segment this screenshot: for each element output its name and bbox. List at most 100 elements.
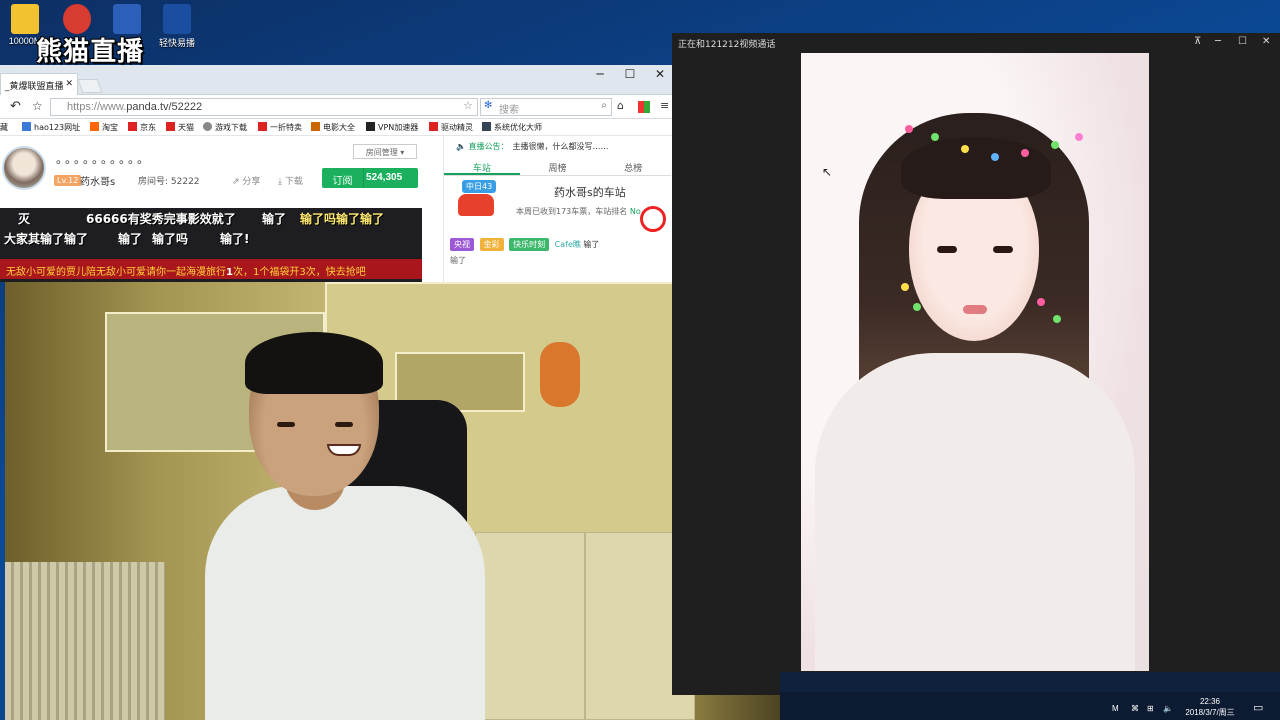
search-icon[interactable]: ⌕: [601, 100, 607, 111]
chat-user[interactable]: Cafe瞧: [555, 240, 581, 249]
close-tab-icon[interactable]: ✕: [65, 79, 73, 89]
video-call-window: 正在和121212视频通话 ⊼ ─ ☐ ✕ ↖: [672, 33, 1280, 695]
favorite-star-icon[interactable]: ☆: [463, 99, 473, 112]
tray-monitor-icon[interactable]: ⊞: [1147, 704, 1154, 713]
back-icon[interactable]: ↶: [10, 99, 21, 114]
browser-tab[interactable]: _黄爆联盟直播 ✕: [0, 73, 78, 95]
bookmark-item[interactable]: 驱动精灵: [429, 122, 473, 133]
bookmark-icon: [366, 122, 375, 131]
qingkuai-app-icon: [163, 4, 191, 34]
minimize-button[interactable]: ─: [588, 67, 612, 81]
close-button[interactable]: ✕: [1262, 36, 1270, 47]
panda-watermark: 熊猫直播: [36, 37, 145, 67]
tab-title: _黄爆联盟直播: [5, 82, 64, 92]
danmaku-item: 输了吗: [152, 232, 189, 246]
streamer-webcam-video: [5, 282, 781, 720]
maximize-button[interactable]: ☐: [1238, 36, 1247, 47]
lips: [963, 305, 987, 314]
bookmark-item[interactable]: 系统优化大师: [482, 122, 542, 133]
new-tab-button[interactable]: [77, 79, 103, 93]
streamer-hair: [245, 332, 383, 394]
chat-text: 输了: [450, 256, 466, 265]
toy-figure: [540, 342, 580, 407]
bookmark-item[interactable]: 电影大全: [311, 122, 355, 133]
notification-icon[interactable]: ▭: [1253, 701, 1263, 714]
tab-total[interactable]: 总榜: [595, 158, 671, 175]
volume-icon[interactable]: 🔈: [1163, 704, 1173, 713]
url-input[interactable]: https://www.panda.tv/52222 ☆: [50, 98, 478, 116]
panda-app-icon: [63, 4, 91, 34]
room-title: 。。。。。。。。。。: [56, 152, 153, 166]
eye: [277, 422, 295, 427]
tray-icon-m[interactable]: M: [1112, 704, 1119, 713]
room-manage-dropdown[interactable]: 房间管理 ▾: [353, 144, 417, 159]
host-name[interactable]: 药水哥s: [80, 173, 115, 188]
tray-network-icon[interactable]: ⌘: [1131, 704, 1139, 713]
bookmark-label: 系统优化大师: [494, 123, 542, 132]
address-bar-row: ↶ ☆ https://www.panda.tv/52222 ☆ ✻ 搜索 ⌕ …: [0, 95, 677, 119]
menu-icon[interactable]: ≡: [660, 99, 669, 112]
extension-icon[interactable]: [638, 101, 650, 113]
bookmark-item[interactable]: hao123网址: [22, 122, 80, 133]
bookmark-item[interactable]: 天猫: [166, 122, 194, 133]
string-light: [1053, 315, 1061, 323]
subscribe-label: 订阅: [322, 168, 364, 188]
share-button[interactable]: ⇗ 分享: [232, 174, 260, 187]
bookmark-item[interactable]: 游戏下载: [203, 122, 247, 133]
tab-weekly[interactable]: 周榜: [520, 158, 596, 175]
pin-icon[interactable]: ⊼: [1194, 36, 1201, 47]
bookmark-label: 驱动精灵: [441, 123, 473, 132]
user-tag: 金彩: [479, 238, 504, 251]
bookmark-item[interactable]: 一折特卖: [258, 122, 302, 133]
bookmark-item[interactable]: 藏: [0, 122, 8, 133]
bookmark-item[interactable]: 京东: [128, 122, 156, 133]
home-icon[interactable]: ⌂: [617, 99, 624, 112]
minimize-button[interactable]: ─: [1215, 36, 1221, 47]
string-light: [1021, 149, 1029, 157]
desktop-icon-label: 轻快易播: [158, 38, 195, 48]
notice-title: 直播公告：: [468, 142, 509, 151]
download-icon: ⤓: [278, 177, 285, 187]
promo-number: 1: [226, 267, 233, 278]
close-button[interactable]: ✕: [648, 67, 672, 81]
search-placeholder: 搜索: [499, 105, 519, 116]
streamer-avatar[interactable]: [2, 146, 46, 190]
maximize-button[interactable]: ☐: [618, 67, 642, 81]
search-input[interactable]: ✻ 搜索 ⌕: [480, 98, 612, 116]
panel-tabs: 车站 周榜 总榜: [444, 158, 671, 176]
taskbar-clock[interactable]: 22:36 2018/3/7/周三: [1180, 696, 1240, 718]
station-stats-text: 本周已收到173车票，车站排名: [516, 207, 628, 216]
chevron-down-icon: ▾: [400, 148, 405, 157]
bookmark-icon: [203, 122, 212, 131]
promo-banner[interactable]: 无敌小可爱的贾儿陪无敌小可爱请你一起海漫旅行1次，1个福袋开3次，快去抢吧: [0, 259, 422, 279]
bookmark-label: 京东: [140, 123, 156, 132]
bookmark-icon: [90, 122, 99, 131]
string-light: [991, 153, 999, 161]
bookmark-icon: [311, 122, 320, 131]
string-light: [901, 283, 909, 291]
clock-time: 22:36: [1199, 697, 1221, 706]
bookmark-item[interactable]: VPN加速器: [366, 122, 418, 133]
subscribe-button[interactable]: 订阅 524,305: [322, 168, 418, 188]
download-label: 下载: [284, 177, 303, 187]
room-number: 房间号: 52222: [138, 177, 200, 187]
promo-text: 无敌小可爱的贾儿陪: [6, 267, 96, 278]
eye: [937, 246, 957, 253]
call-title-bar: 正在和121212视频通话 ⊼ ─ ☐ ✕: [672, 33, 1280, 51]
string-light: [931, 133, 939, 141]
download-button[interactable]: ⤓ 下载: [278, 174, 303, 187]
danmaku-item: 66666有奖秀完事影效就了: [86, 212, 236, 226]
desktop-icon-qingkuai[interactable]: 轻快易播: [152, 4, 202, 49]
share-icon: ⇗: [232, 177, 243, 187]
cabinet-door: [475, 532, 585, 720]
string-light: [961, 145, 969, 153]
url-path: panda.tv/52222: [126, 101, 203, 113]
danmaku-item: 输了吗输了输了: [300, 212, 385, 226]
bookmark-star-icon[interactable]: ☆: [32, 99, 43, 113]
bookmark-item[interactable]: 淘宝: [90, 122, 118, 133]
call-title: 正在和121212视频通话: [678, 40, 776, 50]
string-light: [1037, 298, 1045, 306]
bookmark-label: 游戏下载: [215, 123, 247, 132]
promo-text: 次，1个福袋开3次，快去抢吧: [232, 267, 366, 278]
tab-station[interactable]: 车站: [444, 158, 520, 175]
